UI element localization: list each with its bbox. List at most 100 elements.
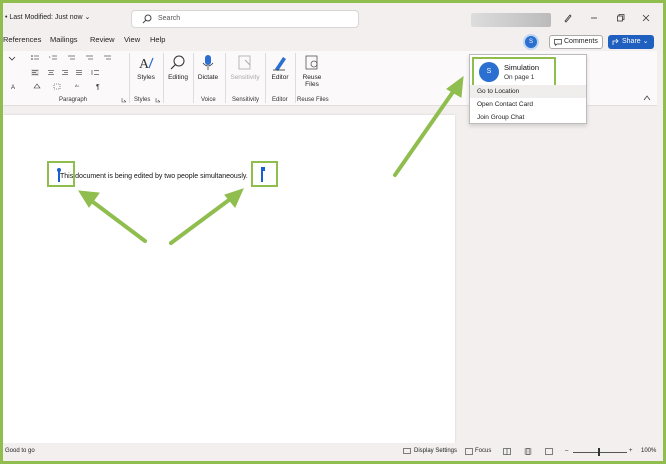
read-mode-icon[interactable]	[503, 448, 511, 455]
share-icon	[612, 38, 619, 45]
focus-icon	[465, 448, 473, 455]
editing-button[interactable]: Editing	[165, 54, 191, 81]
sort-icon[interactable]: A↓	[75, 83, 83, 90]
shading-icon[interactable]	[33, 83, 41, 90]
separator	[265, 53, 266, 103]
restore-icon[interactable]	[615, 13, 625, 23]
reuse-files-icon	[305, 55, 318, 70]
app-window: • Last Modified: Just now ⌄ Search Refer…	[0, 0, 666, 464]
align-center-icon[interactable]	[47, 69, 55, 76]
borders-icon[interactable]	[53, 83, 61, 90]
focus-button[interactable]: Focus	[475, 448, 491, 454]
svg-text:A: A	[11, 85, 15, 90]
paragraph-launcher-icon[interactable]	[121, 97, 127, 103]
print-layout-icon[interactable]	[524, 448, 532, 455]
reuse-files-label-1: Reuse	[302, 74, 322, 81]
tab-mailings[interactable]: Mailings	[50, 35, 78, 44]
dictate-button[interactable]: Dictate	[195, 54, 221, 81]
contact-name: Simulation	[504, 63, 540, 72]
separator	[163, 53, 164, 103]
comments-button[interactable]: Comments	[549, 35, 603, 49]
group-label-styles: Styles	[134, 97, 151, 103]
zoom-slider-thumb[interactable]	[598, 448, 600, 456]
join-group-chat-item[interactable]: Join Group Chat	[470, 111, 586, 124]
account-area[interactable]	[471, 13, 551, 27]
svg-text:A↓: A↓	[75, 83, 80, 88]
line-spacing-icon[interactable]	[91, 69, 99, 76]
go-to-location-item[interactable]: Go to Location	[470, 85, 586, 98]
styles-launcher-icon[interactable]	[155, 97, 161, 103]
open-contact-card-item[interactable]: Open Contact Card	[470, 98, 586, 111]
collapse-ribbon-icon[interactable]	[643, 95, 651, 101]
group-label-voice: Voice	[201, 97, 216, 103]
show-marks-icon[interactable]: ¶	[95, 83, 103, 90]
editor-button[interactable]: Editor	[267, 54, 293, 81]
accessibility-status[interactable]: Good to go	[5, 448, 35, 454]
editor-icon	[273, 57, 286, 71]
cursor-highlight-start	[47, 161, 75, 187]
reuse-files-label-2: Files	[305, 81, 319, 88]
styles-icon: A	[139, 57, 154, 72]
zoom-out-button[interactable]: –	[565, 448, 568, 454]
contact-card: S Simulation On page 1 Go to Location Op…	[469, 54, 587, 124]
zoom-in-button[interactable]: +	[629, 448, 633, 454]
comments-label: Comments	[564, 38, 598, 45]
close-icon[interactable]	[641, 13, 651, 23]
dictate-label: Dictate	[197, 74, 219, 81]
microphone-icon	[202, 55, 214, 70]
numbering-icon[interactable]: 1	[49, 55, 57, 62]
web-layout-icon[interactable]	[545, 448, 553, 455]
document-page[interactable]: This document is being edited by two peo…	[3, 115, 455, 445]
multilevel-list-icon[interactable]	[67, 55, 75, 62]
search-icon	[142, 14, 152, 24]
contact-location: On page 1	[504, 74, 535, 81]
sensitivity-button[interactable]: Sensitivity	[227, 54, 263, 81]
zoom-slider[interactable]	[573, 452, 627, 453]
collaborator-avatar[interactable]: S	[523, 34, 539, 50]
separator	[225, 53, 226, 103]
comment-icon	[554, 39, 562, 46]
decrease-indent-icon[interactable]	[85, 55, 93, 62]
pen-icon[interactable]	[563, 13, 573, 23]
status-bar: Good to go Display Settings Focus – + 10…	[3, 443, 663, 461]
tab-view[interactable]: View	[124, 35, 140, 44]
tab-references[interactable]: References	[3, 35, 41, 44]
group-label-paragraph: Paragraph	[59, 97, 88, 103]
tab-review[interactable]: Review	[90, 35, 115, 44]
style-dropdown-icon[interactable]	[7, 55, 17, 62]
group-label-reuse-files: Reuse Files	[297, 97, 329, 103]
minimize-icon[interactable]	[589, 13, 599, 23]
separator	[129, 53, 130, 103]
styles-button[interactable]: A Styles	[133, 54, 159, 81]
align-left-icon[interactable]	[31, 69, 39, 76]
search-box[interactable]: Search	[131, 10, 359, 28]
bullets-icon[interactable]	[31, 55, 39, 62]
last-modified-status[interactable]: • Last Modified: Just now ⌄	[5, 13, 90, 21]
share-button[interactable]: Share ⌄	[608, 35, 654, 49]
reuse-files-button[interactable]: Reuse Files	[297, 54, 327, 88]
increase-indent-icon[interactable]	[103, 55, 111, 62]
svg-text:1: 1	[49, 55, 51, 59]
justify-icon[interactable]	[75, 69, 83, 76]
editor-label: Editor	[271, 74, 289, 81]
sensitivity-icon	[238, 55, 251, 70]
contact-avatar: S	[479, 62, 499, 82]
zoom-level[interactable]: 100%	[641, 448, 656, 454]
document-text[interactable]: This document is being edited by two peo…	[60, 173, 248, 180]
display-settings-button[interactable]: Display Settings	[414, 448, 457, 454]
svg-text:¶: ¶	[96, 84, 100, 90]
search-placeholder: Search	[158, 15, 181, 22]
text-size-icon[interactable]: A	[11, 83, 19, 90]
document-area: This document is being edited by two peo…	[3, 107, 663, 445]
cursor-highlight-end	[251, 161, 278, 187]
contact-card-header: S Simulation On page 1	[472, 57, 556, 87]
find-icon	[170, 55, 185, 70]
sensitivity-label: Sensitivity	[230, 74, 260, 81]
group-label-sensitivity: Sensitivity	[232, 97, 260, 103]
align-right-icon[interactable]	[61, 69, 69, 76]
tab-help[interactable]: Help	[150, 35, 165, 44]
share-label: Share ⌄	[622, 38, 649, 45]
group-label-editor: Editor	[272, 97, 288, 103]
separator	[295, 53, 296, 103]
title-bar: • Last Modified: Just now ⌄ Search	[3, 3, 663, 33]
